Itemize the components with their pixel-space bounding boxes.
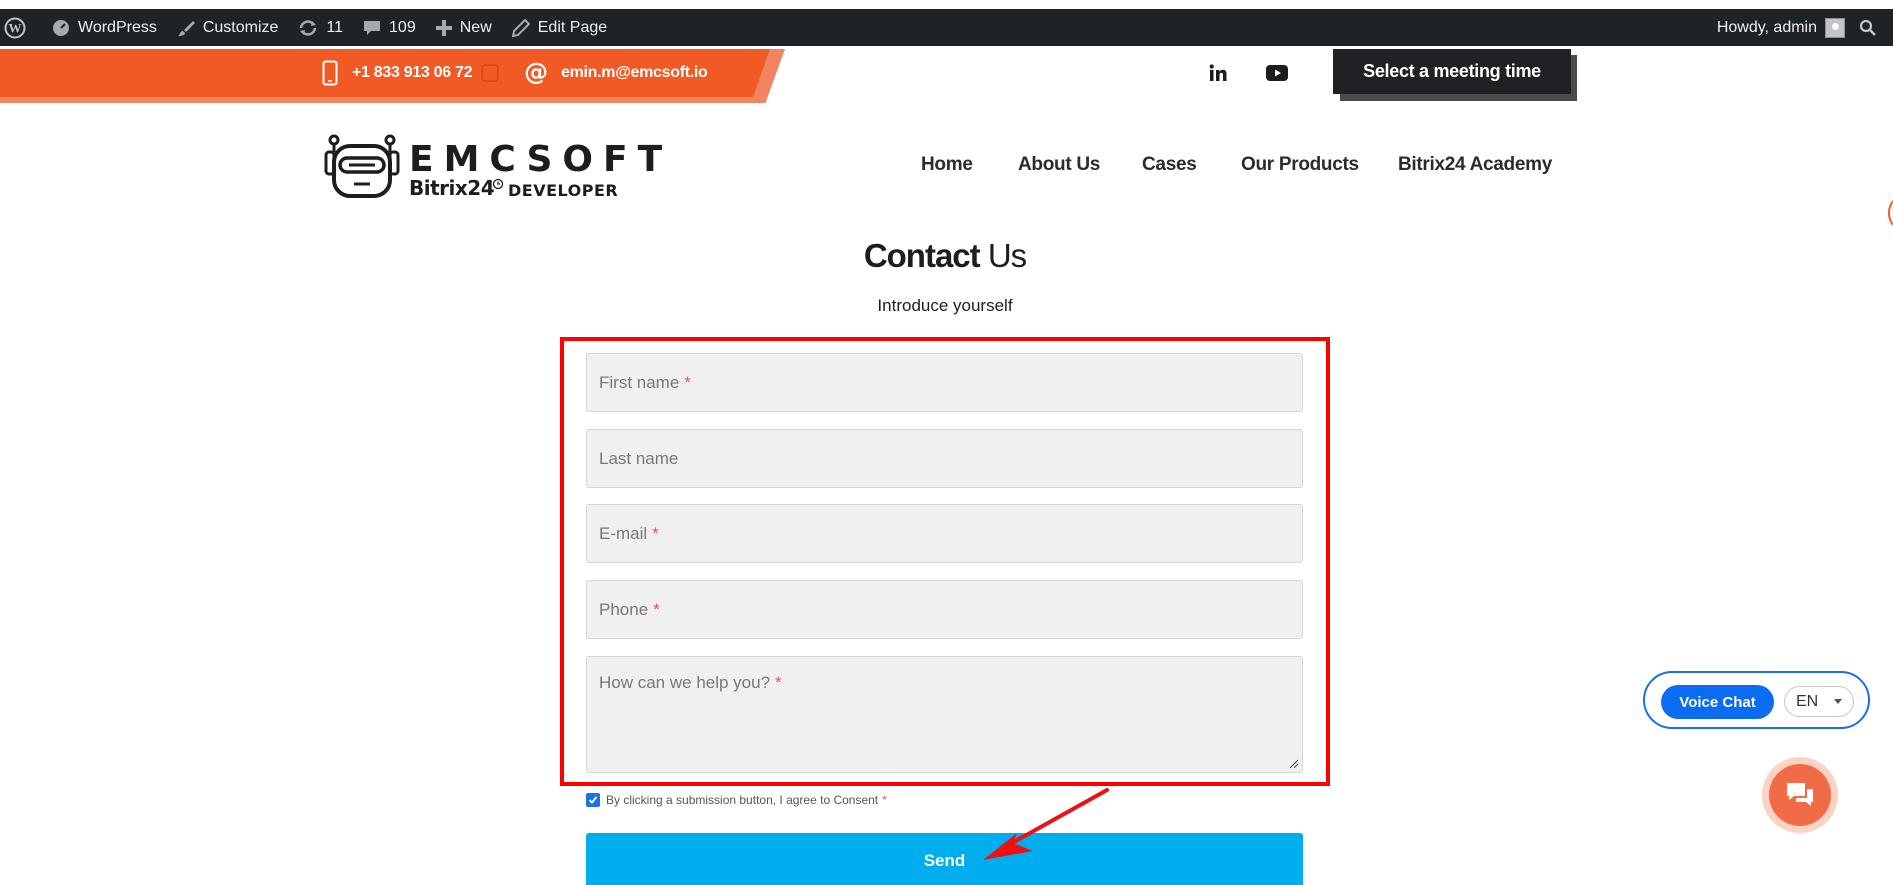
admin-search-button[interactable] (1851, 9, 1893, 46)
message-placeholder: How can we help you? (599, 673, 771, 692)
required-mark: * (653, 599, 660, 619)
customize-label: Customize (202, 18, 279, 36)
customize-button[interactable]: Customize (167, 9, 289, 46)
voice-chat-button[interactable]: Voice Chat (1661, 685, 1774, 719)
comments-button[interactable]: 109 (353, 9, 426, 46)
required-mark: * (775, 673, 782, 692)
nav-cases[interactable]: Cases (1142, 154, 1197, 178)
logo-wordmark: EMCSOFT (409, 139, 673, 180)
svg-text:W: W (9, 20, 22, 35)
phone-placeholder: Phone (599, 599, 649, 619)
emcsoft-logo[interactable]: EMCSOFT Bitrix24 DEVELOPER (324, 132, 662, 202)
my-account-button[interactable]: Howdy, admin (1707, 9, 1851, 46)
linkedin-link[interactable] (1203, 58, 1233, 88)
robot-logo-icon (324, 134, 400, 198)
brush-icon (177, 20, 195, 36)
page-subtitle: Introduce yourself (877, 296, 1013, 315)
youtube-link[interactable] (1262, 58, 1292, 88)
search-icon (1859, 19, 1876, 36)
edge-badge (1888, 198, 1893, 228)
svg-text:@: @ (524, 60, 548, 86)
wp-admin-bar: W WordPress Customize 11 109 New Edit Pa… (0, 9, 1893, 46)
dashboard-icon (53, 19, 69, 36)
annotation-arrow-icon (983, 788, 1109, 860)
edit-page-button[interactable]: Edit Page (502, 9, 617, 46)
nav-about-us[interactable]: About Us (1018, 154, 1100, 178)
consent-checkbox[interactable] (586, 793, 600, 807)
first-name-placeholder: First name (599, 372, 680, 392)
wordpress-icon: W (4, 17, 26, 38)
comment-icon (364, 20, 381, 35)
nav-our-products[interactable]: Our Products (1241, 154, 1359, 178)
wp-logo-button[interactable]: W (0, 9, 42, 46)
clock-icon (492, 178, 504, 190)
required-mark: * (652, 523, 659, 543)
plus-icon (435, 19, 452, 36)
select-meeting-button[interactable]: Select a meeting time (1333, 49, 1571, 94)
phone-icon (322, 60, 338, 86)
pencil-icon (511, 18, 530, 37)
language-value: EN (1796, 692, 1819, 710)
required-mark: * (882, 793, 887, 807)
last-name-placeholder: Last name (599, 448, 679, 468)
language-select[interactable]: EN (1784, 686, 1854, 717)
logo-developer: DEVELOPER (508, 181, 619, 200)
phone-number: +1 833 913 06 72 (352, 64, 473, 81)
title-bold: Contact (863, 237, 981, 274)
consent-text: By clicking a submission button, I agree… (606, 793, 879, 807)
linkedin-icon (1209, 64, 1227, 81)
at-icon: @ (524, 60, 548, 86)
avatar (1825, 17, 1845, 38)
edit-page-label: Edit Page (537, 18, 608, 36)
consent-row: By clicking a submission button, I agree… (586, 793, 887, 807)
message-textarea[interactable]: How can we help you? * (586, 656, 1303, 773)
updates-count: 11 (326, 18, 344, 36)
new-label: New (459, 18, 492, 36)
phone-field[interactable]: Phone * (586, 580, 1303, 639)
page-title: Contact Us (0, 237, 1890, 275)
contact-bar: +1 833 913 06 72 @ emin.m@emcsoft.io (0, 49, 785, 103)
chat-launcher-button[interactable] (1769, 764, 1831, 826)
first-name-field[interactable]: First name * (586, 353, 1303, 412)
chat-icon (1787, 783, 1813, 806)
checkmark-icon (588, 796, 598, 804)
last-name-field[interactable]: Last name (586, 429, 1303, 488)
site-name-label: WordPress (78, 18, 157, 36)
email-placeholder: E-mail (599, 523, 648, 543)
nav-bitrix24-academy[interactable]: Bitrix24 Academy (1398, 154, 1552, 178)
required-mark: * (684, 372, 691, 392)
send-button[interactable]: Send (586, 833, 1303, 885)
email-field[interactable]: E-mail * (586, 504, 1303, 563)
updates-icon (300, 19, 317, 36)
comments-count: 109 (389, 18, 416, 36)
updates-button[interactable]: 11 (288, 9, 353, 46)
howdy-label: Howdy, admin (1716, 18, 1817, 36)
voice-chat-widget: Voice Chat EN (1643, 671, 1870, 729)
title-light: Us (987, 237, 1027, 274)
logo-bitrix: Bitrix24 (409, 176, 495, 200)
nav-home[interactable]: Home (921, 154, 973, 178)
chevron-down-icon (1834, 699, 1843, 704)
email-address: emin.m@emcsoft.io (561, 64, 708, 81)
new-content-button[interactable]: New (426, 9, 502, 46)
resize-handle-icon[interactable] (1289, 759, 1299, 769)
phone-link[interactable]: +1 833 913 06 72 (322, 49, 500, 97)
youtube-icon (1266, 65, 1288, 81)
whatsapp-icon (481, 64, 499, 82)
email-link[interactable]: @ emin.m@emcsoft.io (523, 49, 708, 97)
site-name-button[interactable]: WordPress (42, 9, 167, 46)
